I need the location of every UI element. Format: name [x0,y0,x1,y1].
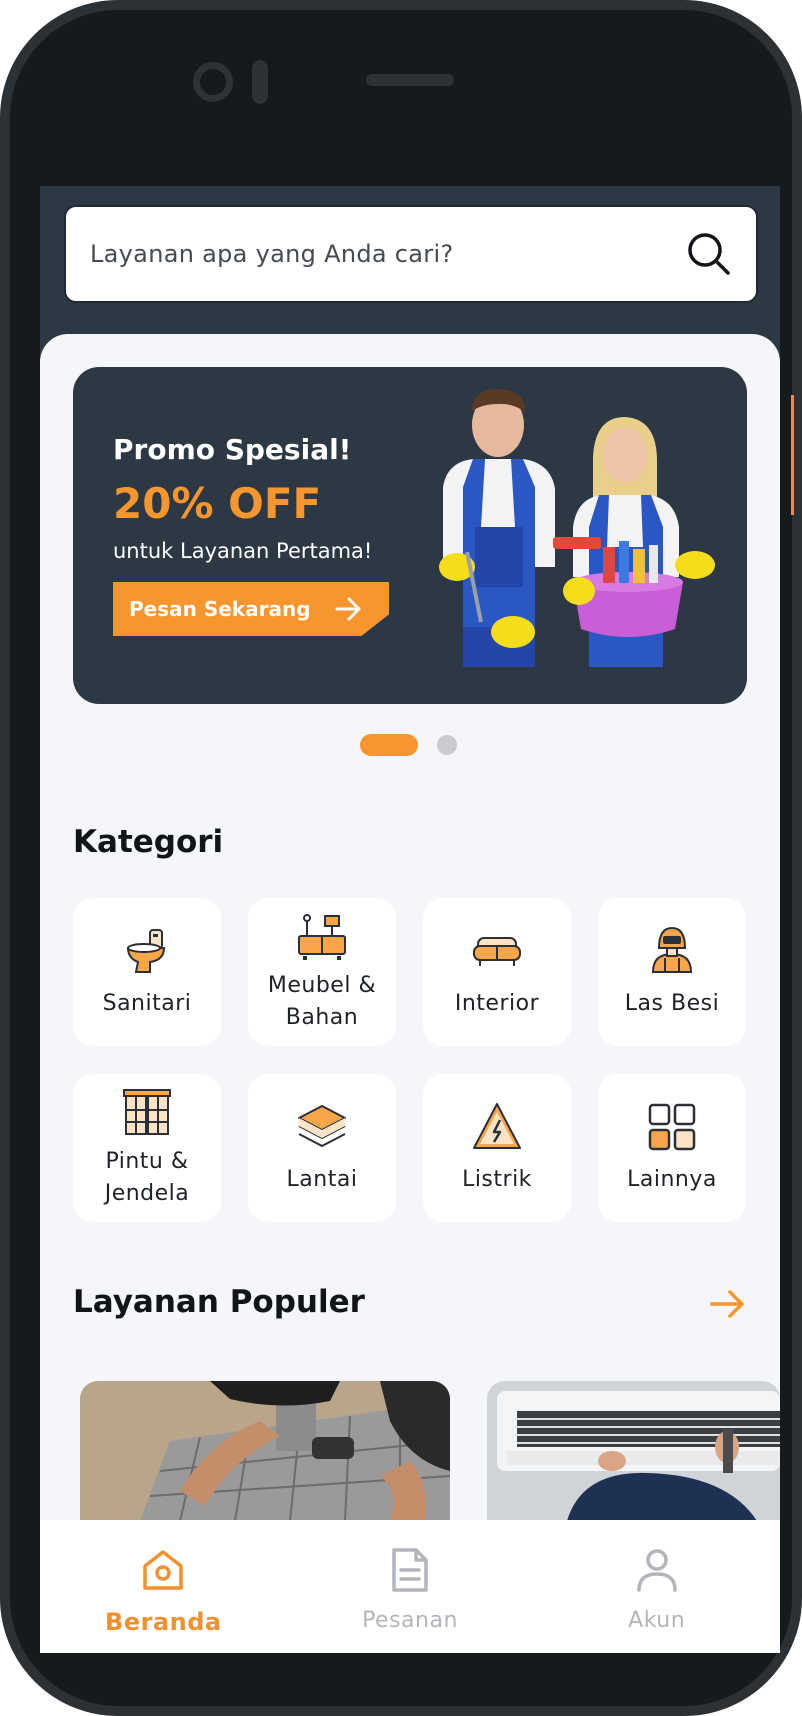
category-label: Interior [454,991,540,1016]
arrow-right-icon [335,597,361,621]
user-icon [636,1549,677,1592]
search-icon[interactable] [686,231,732,277]
category-label: Meubel & Bahan [267,973,377,1030]
grid-icon [648,1103,696,1151]
side-button [791,395,794,515]
category-label: Sanitari [102,991,192,1016]
nav-pesanan[interactable]: Pesanan [287,1520,534,1653]
promo-button-label: Pesan Sekarang [129,597,311,621]
category-lantai[interactable]: Lantai [248,1074,396,1222]
toilet-icon [126,929,166,973]
category-meubel-bahan[interactable]: Meubel & Bahan [248,898,396,1046]
category-label: Lantai [286,1167,358,1192]
window-icon [123,1089,171,1135]
promo-discount: 20% OFF [113,479,322,528]
document-icon [392,1548,428,1592]
carousel-indicator [40,734,780,756]
nav-akun[interactable]: Akun [533,1520,780,1653]
nav-label: Akun [628,1608,686,1633]
search-bar[interactable]: Layanan apa yang Anda cari? [64,205,758,303]
sensor [252,60,268,104]
nav-label: Pesanan [362,1608,458,1633]
category-label: Pintu & Jendela [104,1149,190,1206]
app-screen: Layanan apa yang Anda cari? Promo Spesia… [40,186,780,1653]
category-label: Lainnya [627,1167,717,1192]
phone-frame: Layanan apa yang Anda cari? Promo Spesia… [0,0,802,1716]
category-las-besi[interactable]: Las Besi [598,898,746,1046]
nav-label: Beranda [105,1608,222,1636]
floor-layers-icon [298,1105,346,1147]
category-interior[interactable]: Interior [423,898,571,1046]
welder-icon [651,926,693,973]
category-listrik[interactable]: Listrik [423,1074,571,1222]
layanan-populer-title: Layanan Populer [73,1284,365,1320]
paving-tiles-photo [80,1381,450,1521]
category-lainnya[interactable]: Lainnya [598,1074,746,1222]
nav-beranda[interactable]: Beranda [40,1520,287,1653]
category-label: Listrik [462,1167,532,1192]
promo-title: Promo Spesial! [113,433,352,466]
electric-warning-icon [473,1103,521,1149]
pesan-sekarang-button[interactable]: Pesan Sekarang [113,582,389,636]
earpiece-speaker [366,74,454,86]
main-content: Promo Spesial! 20% OFF untuk Layanan Per… [40,334,780,1653]
category-label: Las Besi [624,991,720,1016]
front-camera [193,62,233,102]
home-icon [143,1550,184,1590]
bottom-navigation: Beranda Pesanan Akun [40,1520,780,1653]
workers-illustration [439,389,715,667]
ac-service-photo [487,1381,780,1521]
category-sanitari[interactable]: Sanitari [73,898,221,1046]
service-card-ac[interactable] [487,1381,780,1521]
sofa-icon [473,937,521,966]
service-card-paving[interactable] [80,1381,450,1521]
carousel-dot-active[interactable] [360,734,418,756]
promo-subtitle: untuk Layanan Pertama! [113,539,373,563]
kategori-title: Kategori [73,824,224,860]
arrow-right-icon[interactable] [708,1284,748,1324]
category-pintu-jendela[interactable]: Pintu & Jendela [73,1074,221,1222]
carousel-dot[interactable] [437,735,457,755]
search-input[interactable]: Layanan apa yang Anda cari? [90,240,686,268]
promo-banner[interactable]: Promo Spesial! 20% OFF untuk Layanan Per… [73,367,747,704]
furniture-icon [298,914,346,960]
